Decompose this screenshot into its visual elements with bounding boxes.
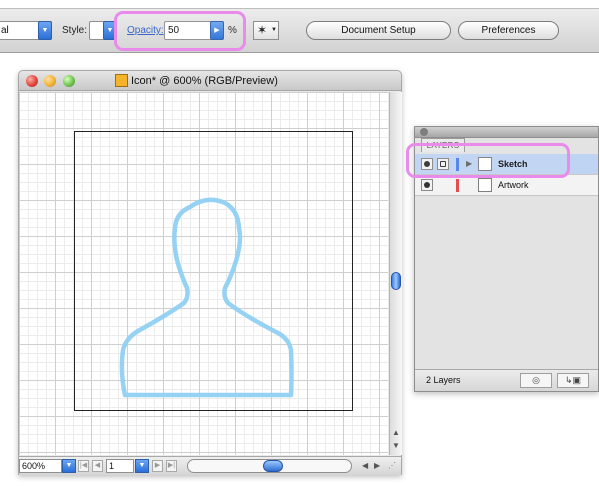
last-artboard-icon[interactable]: ▶| — [166, 460, 177, 472]
horizontal-scroll-thumb[interactable] — [263, 460, 283, 472]
eye-icon[interactable] — [421, 179, 433, 191]
minimize-icon[interactable] — [44, 75, 56, 87]
horizontal-scrollbar[interactable] — [187, 459, 352, 473]
layer-color-chip — [456, 179, 459, 192]
preferences-button[interactable]: Preferences — [458, 21, 559, 40]
style-select[interactable]: ▼ — [89, 21, 117, 40]
document-window: Icon* @ 600% (RGB/Preview) ▲ ▼ 600% ▼ |◀… — [18, 70, 402, 475]
opacity-highlight — [114, 11, 246, 51]
locate-object-icon[interactable]: ◎ — [520, 373, 552, 388]
document-status-bar: 600% ▼ |◀ ◀ 1 ▼ ▶ ▶| ◀ ▶ ⋰ — [19, 456, 401, 475]
previous-artboard-icon[interactable]: ◀ — [92, 460, 103, 472]
document-titlebar[interactable]: Icon* @ 600% (RGB/Preview) — [19, 71, 401, 91]
scroll-left-arrow-icon[interactable]: ◀ — [362, 461, 368, 470]
artboard-dropdown-icon[interactable]: ▼ — [135, 459, 149, 473]
resize-grip-icon[interactable]: ⋰ — [388, 461, 396, 470]
sketch-layer-highlight — [406, 143, 570, 178]
layer-count: 2 Layers — [426, 375, 461, 385]
dropdown-arrow-icon[interactable]: ▼ — [38, 21, 52, 40]
scroll-right-arrow-icon[interactable]: ▶ — [374, 461, 380, 470]
close-icon[interactable] — [26, 75, 38, 87]
vertical-scroll-thumb[interactable] — [391, 272, 401, 290]
next-artboard-icon[interactable]: ▶ — [152, 460, 163, 472]
first-artboard-icon[interactable]: |◀ — [78, 460, 89, 472]
stroke-style-select[interactable]: al ▼ — [0, 21, 52, 40]
sketch-person-icon — [119, 197, 294, 398]
panel-close-icon[interactable] — [420, 128, 428, 136]
artboard-number-field[interactable]: 1 — [106, 459, 134, 473]
layer-name[interactable]: Artwork — [498, 180, 529, 190]
illustrator-file-icon — [115, 74, 128, 87]
zoom-dropdown-icon[interactable]: ▼ — [62, 459, 76, 473]
zoom-value: 600% — [22, 461, 46, 471]
canvas-area[interactable] — [19, 92, 388, 455]
vertical-scrollbar[interactable]: ▲ ▼ — [389, 92, 402, 455]
zoom-icon[interactable] — [63, 75, 75, 87]
stroke-style-value: al — [1, 25, 9, 36]
control-bar: al ▼ Style: ▼ Opacity: 50 ▶ % ✶ ▼ Docume… — [0, 8, 599, 53]
layers-panel-titlebar[interactable] — [415, 127, 598, 138]
scroll-down-arrow-icon[interactable]: ▼ — [392, 441, 400, 450]
layers-panel-footer: 2 Layers ◎ ↳▣ — [415, 369, 598, 391]
layer-row-artwork[interactable]: Artwork — [415, 175, 598, 196]
magic-wand-icon: ✶ — [257, 23, 268, 37]
document-setup-button[interactable]: Document Setup — [306, 21, 451, 40]
style-label: Style: — [62, 25, 88, 36]
zoom-field[interactable]: 600% — [19, 459, 62, 473]
document-title: Icon* @ 600% (RGB/Preview) — [131, 75, 278, 87]
small-arrow-icon: ▼ — [271, 27, 277, 33]
make-clipping-mask-icon[interactable]: ↳▣ — [557, 373, 589, 388]
isolate-button[interactable]: ✶ ▼ — [253, 21, 279, 40]
artboard-number: 1 — [109, 461, 115, 471]
layer-thumbnail — [478, 178, 492, 192]
scroll-up-arrow-icon[interactable]: ▲ — [392, 428, 400, 437]
